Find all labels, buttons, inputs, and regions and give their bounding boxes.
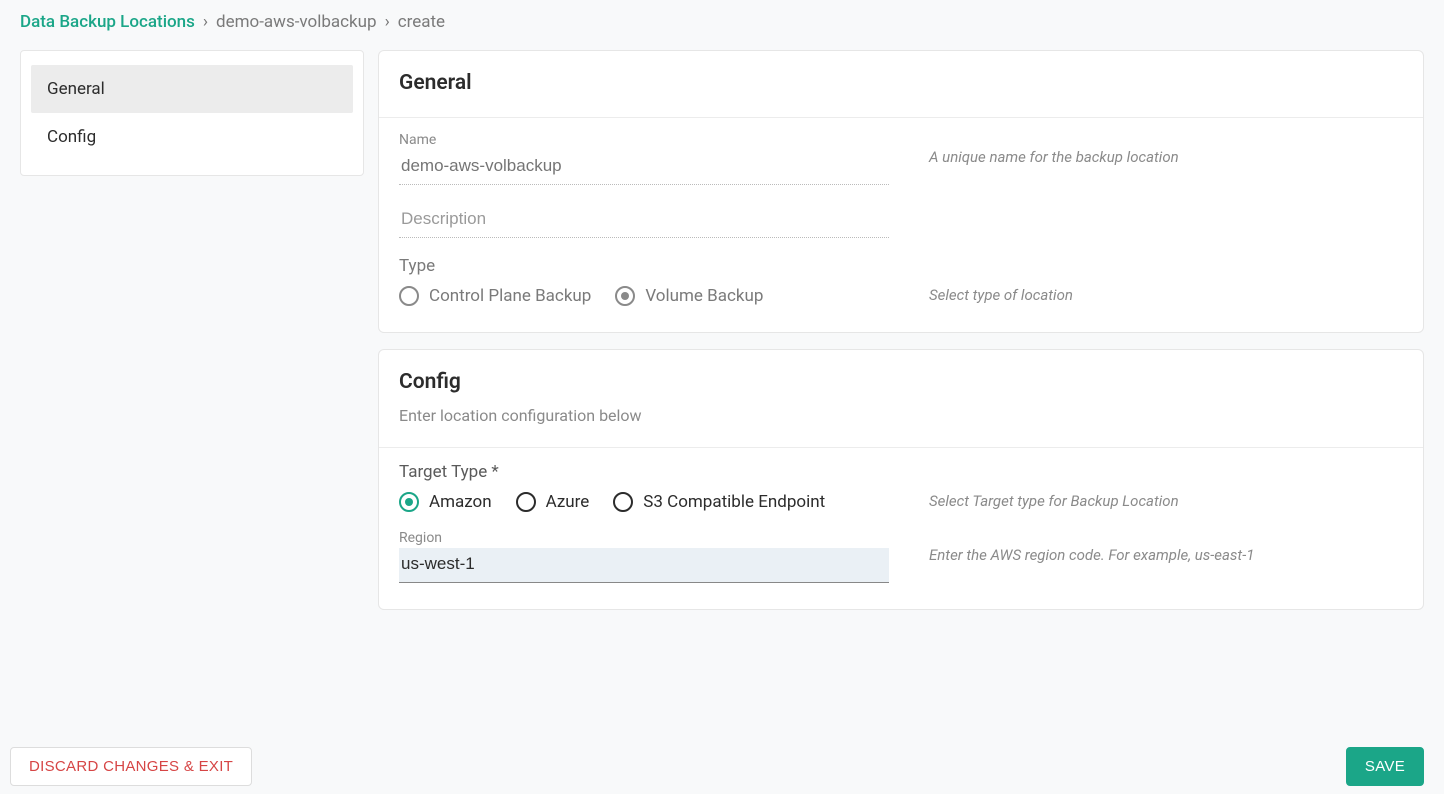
type-option-label: Control Plane Backup — [429, 286, 591, 306]
radio-icon — [399, 286, 419, 306]
region-label: Region — [399, 530, 889, 546]
breadcrumb-root[interactable]: Data Backup Locations — [20, 12, 195, 32]
name-help: A unique name for the backup location — [929, 132, 1403, 166]
config-subtitle: Enter location configuration below — [399, 406, 1403, 425]
save-button[interactable]: SAVE — [1346, 747, 1424, 786]
type-option-control-plane[interactable]: Control Plane Backup — [399, 286, 591, 306]
sidebar-item-config[interactable]: Config — [31, 113, 353, 161]
target-option-amazon[interactable]: Amazon — [399, 492, 492, 512]
name-label: Name — [399, 132, 889, 148]
target-type-label: Target Type * — [399, 462, 889, 482]
discard-button[interactable]: DISCARD CHANGES & EXIT — [10, 747, 252, 786]
breadcrumb-leaf: create — [398, 12, 445, 32]
footer-bar: DISCARD CHANGES & EXIT SAVE — [0, 739, 1444, 794]
region-input[interactable] — [399, 548, 889, 580]
target-option-s3-compatible[interactable]: S3 Compatible Endpoint — [613, 492, 825, 512]
radio-icon — [615, 286, 635, 306]
target-option-label: S3 Compatible Endpoint — [643, 492, 825, 512]
target-option-label: Azure — [546, 492, 590, 512]
breadcrumb: Data Backup Locations › demo-aws-volback… — [20, 12, 1424, 32]
general-card: General Name A unique name for the backu… — [378, 50, 1424, 333]
type-help: Select type of location — [929, 256, 1403, 304]
breadcrumb-separator: › — [385, 12, 390, 32]
config-title: Config — [399, 370, 1403, 394]
target-type-help: Select Target type for Backup Location — [929, 462, 1403, 510]
target-option-azure[interactable]: Azure — [516, 492, 590, 512]
general-title: General — [399, 71, 1403, 95]
radio-icon — [516, 492, 536, 512]
target-option-label: Amazon — [429, 492, 492, 512]
sidebar-item-general[interactable]: General — [31, 65, 353, 113]
type-option-label: Volume Backup — [645, 286, 763, 306]
type-option-volume-backup[interactable]: Volume Backup — [615, 286, 763, 306]
radio-icon — [613, 492, 633, 512]
config-card: Config Enter location configuration belo… — [378, 349, 1424, 610]
description-input[interactable] — [399, 203, 889, 235]
breadcrumb-separator: › — [203, 12, 208, 32]
radio-icon — [399, 492, 419, 512]
side-nav: General Config — [20, 50, 364, 176]
region-help: Enter the AWS region code. For example, … — [929, 530, 1403, 564]
breadcrumb-mid[interactable]: demo-aws-volbackup — [216, 12, 377, 32]
type-label: Type — [399, 256, 889, 276]
name-input[interactable] — [399, 150, 889, 182]
